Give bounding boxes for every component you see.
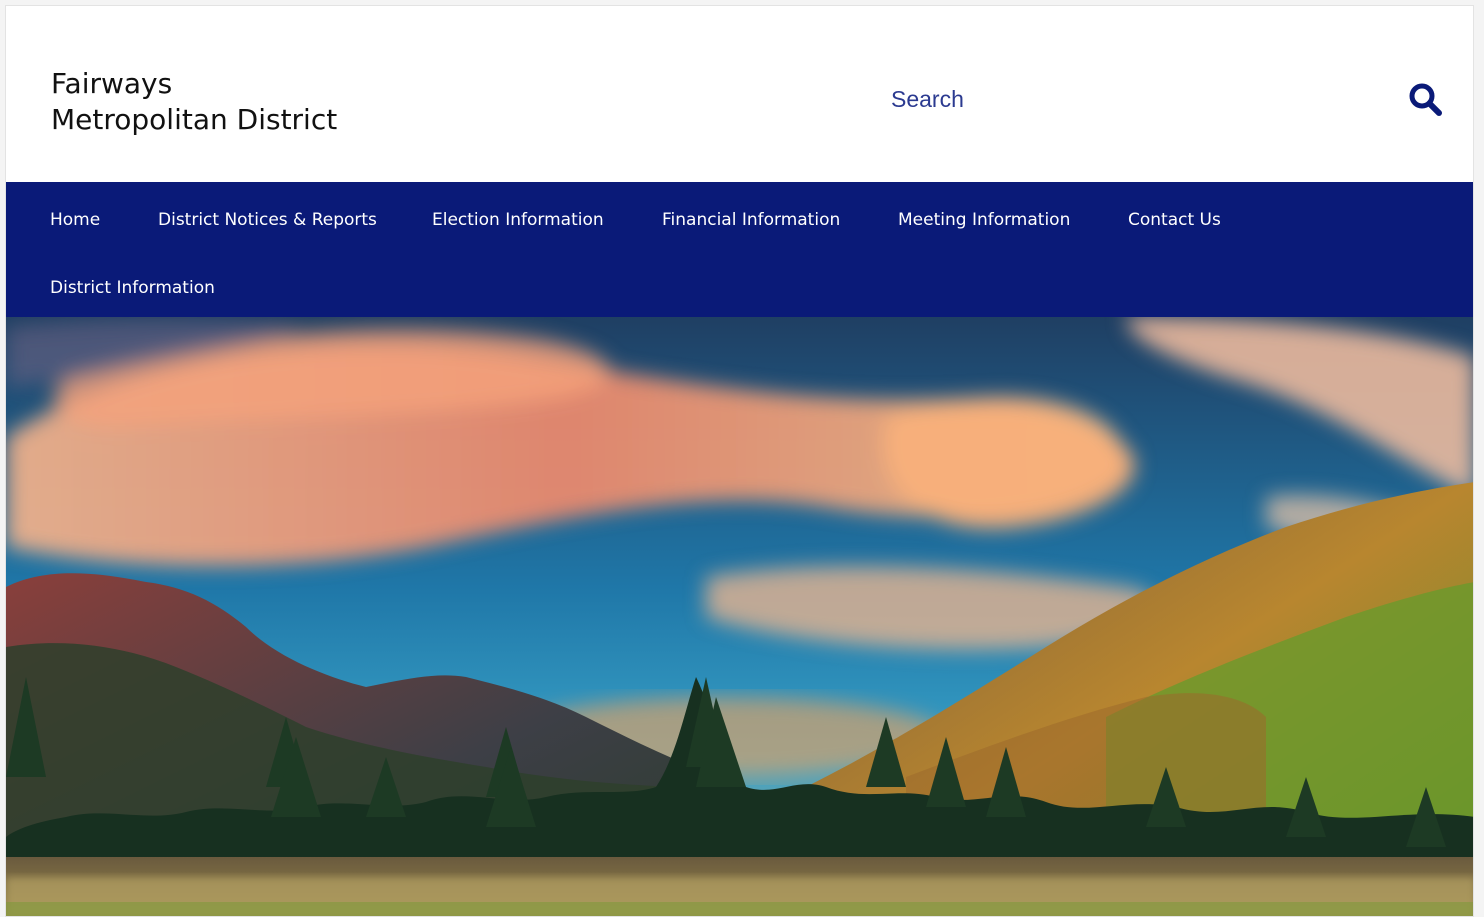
site-title-line-1[interactable]: Fairways xyxy=(51,66,337,102)
search-input[interactable] xyxy=(886,82,1371,116)
nav-item-home[interactable]: Home xyxy=(50,210,100,230)
nav-item-meeting-information[interactable]: Meeting Information xyxy=(898,210,1070,230)
hero-landscape-image xyxy=(6,317,1473,916)
nav-item-financial-information[interactable]: Financial Information xyxy=(662,210,840,230)
search-button[interactable] xyxy=(1406,80,1446,120)
site-title[interactable]: Fairways Metropolitan District xyxy=(51,66,337,138)
main-navigation: Home District Notices & Reports Election… xyxy=(6,182,1473,317)
page: Fairways Metropolitan District Home Dist… xyxy=(5,5,1474,917)
nav-item-district-information[interactable]: District Information xyxy=(50,278,215,298)
nav-item-contact-us[interactable]: Contact Us xyxy=(1128,210,1221,230)
hero-banner xyxy=(6,317,1473,916)
nav-item-district-notices-reports[interactable]: District Notices & Reports xyxy=(158,210,377,230)
nav-item-election-information[interactable]: Election Information xyxy=(432,210,604,230)
site-title-line-2[interactable]: Metropolitan District xyxy=(51,102,337,138)
search-icon xyxy=(1409,83,1442,116)
site-header: Fairways Metropolitan District xyxy=(6,6,1473,182)
